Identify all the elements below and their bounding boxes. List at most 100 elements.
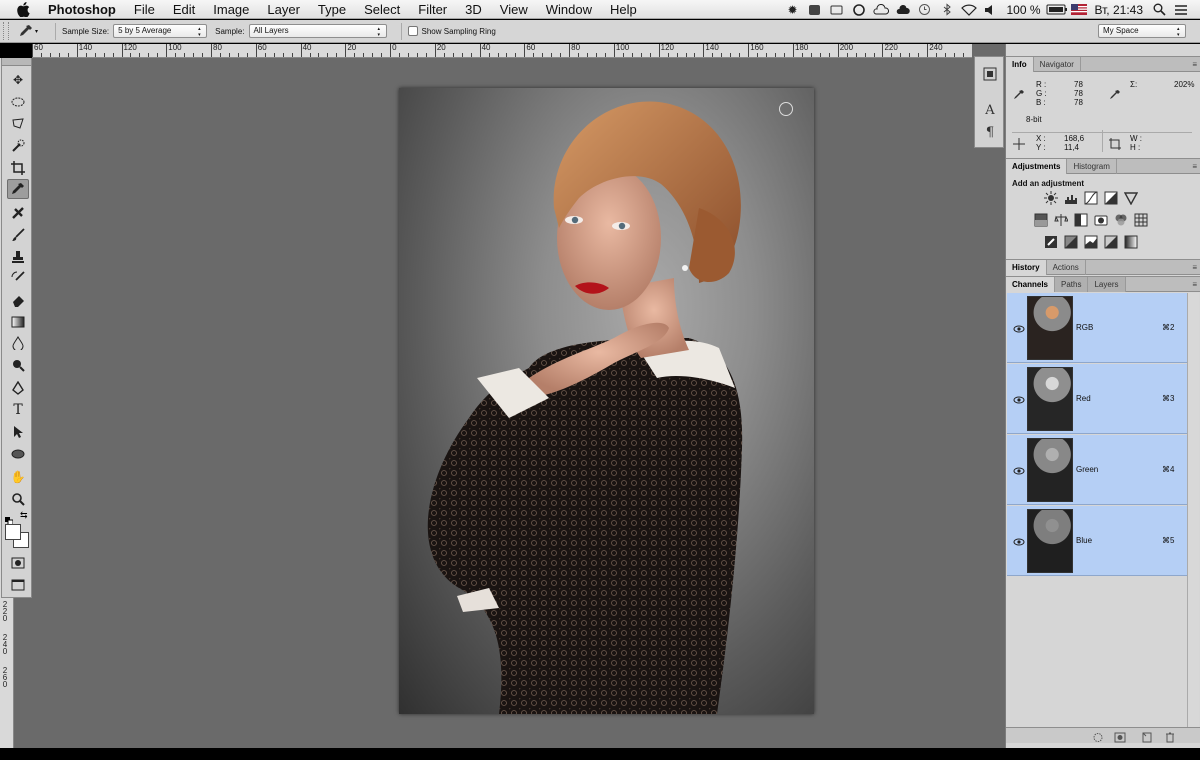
eraser-tool-icon[interactable]	[7, 290, 29, 310]
vibrance-icon[interactable]	[1124, 191, 1138, 205]
channels-scrollbar[interactable]	[1187, 293, 1199, 728]
new-channel-icon[interactable]	[1141, 730, 1153, 743]
creative-cloud-icon[interactable]	[848, 0, 870, 19]
channel-row-red[interactable]: Red ⌘3	[1007, 364, 1187, 434]
menu-select[interactable]: Select	[355, 0, 409, 19]
menu-type[interactable]: Type	[309, 0, 355, 19]
menu-image[interactable]: Image	[204, 0, 258, 19]
spotlight-search-icon[interactable]	[1148, 0, 1170, 19]
default-colors-icon[interactable]	[5, 512, 14, 526]
channel-row-rgb[interactable]: RGB ⌘2	[1007, 293, 1187, 363]
selective-color-icon[interactable]	[1124, 235, 1138, 249]
swap-colors-icon[interactable]: ⇆	[20, 510, 28, 521]
time-machine-icon[interactable]	[914, 0, 936, 19]
tab-actions[interactable]: Actions	[1047, 260, 1086, 275]
foreground-color-swatch[interactable]	[5, 524, 21, 540]
bluetooth-icon[interactable]	[936, 0, 958, 19]
history-brush-tool-icon[interactable]	[7, 268, 29, 288]
blur-tool-icon[interactable]	[7, 333, 29, 353]
path-selection-tool-icon[interactable]	[7, 422, 29, 442]
channel-row-blue[interactable]: Blue ⌘5	[1007, 506, 1187, 576]
sample-size-select[interactable]: 5 by 5 Average	[113, 24, 208, 38]
us-flag-icon[interactable]	[1068, 0, 1090, 19]
crop-tool-icon[interactable]	[7, 158, 29, 178]
visibility-eye-icon[interactable]	[1013, 463, 1025, 475]
tab-histogram[interactable]: Histogram	[1067, 159, 1117, 174]
panel-menu-icon[interactable]: ≡	[1192, 162, 1197, 171]
cloud-icon[interactable]	[892, 0, 914, 19]
quick-selection-tool-icon[interactable]	[7, 136, 29, 156]
zoom-tool-icon[interactable]	[7, 489, 29, 509]
menu-help[interactable]: Help	[601, 0, 646, 19]
lasso-tool-icon[interactable]	[7, 114, 29, 134]
color-lookup-icon[interactable]	[1134, 213, 1148, 227]
ruler-horizontal[interactable]: 60 140 120 100 80 60 40 20 0 20 40 60 80 100 120 140 160…	[32, 44, 972, 58]
threshold-icon[interactable]	[1084, 235, 1098, 249]
panel-menu-icon[interactable]: ≡	[1192, 280, 1197, 289]
curves-icon[interactable]	[1084, 191, 1098, 205]
ellipse-tool-icon[interactable]	[7, 444, 29, 464]
tab-info[interactable]: Info	[1006, 57, 1034, 72]
brightness-icon[interactable]: ✹	[782, 0, 804, 19]
gradient-map-icon[interactable]	[1104, 235, 1118, 249]
battery-icon[interactable]	[1046, 0, 1068, 19]
notification-center-icon[interactable]	[1170, 0, 1192, 19]
tab-channels[interactable]: Channels	[1006, 277, 1056, 292]
sample-select[interactable]: All Layers	[248, 24, 387, 38]
menu-app-name[interactable]: Photoshop	[44, 0, 125, 19]
healing-brush-tool-icon[interactable]	[7, 203, 29, 223]
panel-menu-icon[interactable]: ≡	[1192, 263, 1197, 272]
volume-icon[interactable]	[980, 0, 1002, 19]
black-white-icon[interactable]	[1074, 213, 1088, 227]
menu-3d[interactable]: 3D	[456, 0, 491, 19]
character-icon[interactable]: A	[981, 101, 999, 119]
posterize-icon[interactable]	[1064, 235, 1078, 249]
load-selection-icon[interactable]	[1092, 730, 1104, 742]
tool-preset-picker[interactable]: ▾	[19, 23, 49, 40]
menu-file[interactable]: File	[125, 0, 164, 19]
show-sampling-ring-checkbox[interactable]	[407, 26, 418, 36]
toolbox-header[interactable]	[2, 58, 31, 66]
tab-navigator[interactable]: Navigator	[1034, 57, 1081, 72]
save-selection-icon[interactable]	[1114, 730, 1126, 743]
options-bar-grip[interactable]	[3, 22, 9, 40]
wifi-icon[interactable]	[958, 0, 980, 19]
cloud-sync-icon[interactable]	[870, 0, 892, 19]
apple-menu-icon[interactable]	[14, 0, 32, 18]
tab-paths[interactable]: Paths	[1055, 277, 1089, 292]
display-icon[interactable]	[826, 0, 848, 19]
document-image[interactable]	[399, 88, 814, 714]
visibility-eye-icon[interactable]	[1013, 392, 1025, 404]
marquee-tool-icon[interactable]	[7, 92, 29, 112]
brightness-contrast-icon[interactable]	[1044, 191, 1058, 205]
invert-icon[interactable]	[1044, 235, 1058, 249]
panel-menu-icon[interactable]: ≡	[1192, 60, 1197, 69]
channel-mixer-icon[interactable]	[1114, 213, 1128, 227]
menu-window[interactable]: Window	[537, 0, 601, 19]
color-balance-icon[interactable]	[1054, 213, 1068, 227]
paragraph-icon[interactable]: ¶	[981, 123, 999, 141]
move-tool-icon[interactable]: ✥	[7, 70, 29, 90]
clone-stamp-tool-icon[interactable]	[7, 247, 29, 267]
menu-filter[interactable]: Filter	[409, 0, 456, 19]
trash-icon[interactable]	[1164, 730, 1176, 743]
quick-mask-icon[interactable]	[7, 553, 29, 573]
tab-adjustments[interactable]: Adjustments	[1006, 159, 1068, 174]
menu-layer[interactable]: Layer	[258, 0, 309, 19]
workspace-select[interactable]: My Space	[1098, 24, 1186, 38]
tab-layers[interactable]: Layers	[1088, 277, 1126, 292]
tab-history[interactable]: History	[1006, 260, 1047, 275]
visibility-eye-icon[interactable]	[1013, 534, 1025, 546]
brush-tool-icon[interactable]	[7, 225, 29, 245]
pen-tool-icon[interactable]	[7, 378, 29, 398]
screen-mode-icon[interactable]	[7, 575, 29, 595]
evernote-icon[interactable]	[804, 0, 826, 19]
exposure-icon[interactable]	[1104, 191, 1118, 205]
channel-row-green[interactable]: Green ⌘4	[1007, 435, 1187, 505]
menubar-clock[interactable]: Вт, 21:43	[1090, 3, 1148, 17]
gradient-tool-icon[interactable]	[7, 312, 29, 332]
levels-icon[interactable]	[1064, 191, 1078, 205]
menu-edit[interactable]: Edit	[164, 0, 204, 19]
eyedropper-tool-icon[interactable]	[7, 179, 29, 199]
type-tool-icon[interactable]: T	[7, 400, 29, 420]
